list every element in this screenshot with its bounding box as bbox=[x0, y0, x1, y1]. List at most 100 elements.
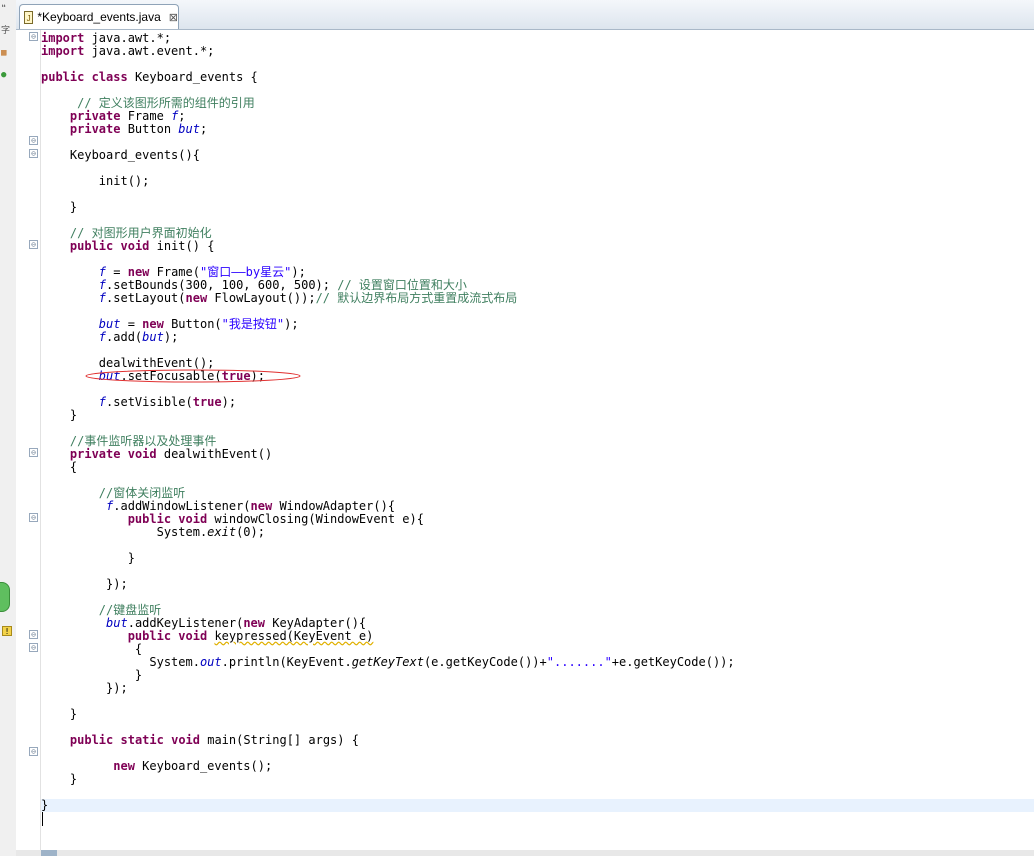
code-line[interactable]: } bbox=[41, 799, 1034, 826]
fold-marker-icon[interactable]: ⊖ bbox=[29, 643, 38, 652]
fold-marker-icon[interactable]: ⊖ bbox=[29, 32, 38, 41]
code-line[interactable]: public static void main(String[] args) { bbox=[41, 734, 359, 747]
code-token: Button( bbox=[163, 317, 222, 331]
code-token: .add( bbox=[106, 330, 143, 344]
code-token: f bbox=[98, 265, 107, 279]
code-token: java.awt.*; bbox=[84, 31, 172, 45]
code-token: .println(KeyEvent. bbox=[221, 655, 352, 669]
code-token: void bbox=[178, 629, 208, 643]
code-line[interactable]: System.exit(0); bbox=[41, 526, 265, 539]
editor-tab-keyboard-events[interactable]: J *Keyboard_events.java ⊠ bbox=[19, 4, 179, 29]
toolbar-glyph-2[interactable]: 字 bbox=[1, 26, 10, 36]
code-line[interactable]: } bbox=[41, 201, 77, 214]
code-token: ; bbox=[178, 109, 186, 123]
code-token: class bbox=[91, 70, 128, 84]
code-token: "我是按钮" bbox=[221, 317, 285, 331]
code-line[interactable]: f.setLayout(new FlowLayout());// 默认边界布局方… bbox=[41, 292, 517, 305]
code-token: ; bbox=[199, 122, 208, 136]
code-token: //键盘监听 bbox=[98, 603, 162, 617]
fold-marker-icon[interactable]: ⊖ bbox=[29, 513, 38, 522]
toolbar-glyph-4[interactable]: ● bbox=[1, 70, 6, 80]
code-token: .addKeyListener( bbox=[127, 616, 244, 630]
warning-icon[interactable]: ! bbox=[2, 626, 12, 636]
fold-marker-icon[interactable]: ⊖ bbox=[29, 136, 38, 145]
code-token: new bbox=[142, 317, 164, 331]
toolbar-glyph-3[interactable]: ▦ bbox=[1, 48, 6, 58]
code-token: { bbox=[41, 460, 78, 474]
code-token: "窗口——by星云" bbox=[199, 265, 292, 279]
code-line[interactable]: f.add(but); bbox=[41, 330, 179, 344]
code-line[interactable]: public void init() { bbox=[41, 239, 215, 253]
horizontal-scrollbar[interactable] bbox=[16, 850, 1034, 856]
code-token: } bbox=[41, 772, 78, 786]
code-token: Keyboard_events(); bbox=[134, 759, 273, 773]
scrollbar-thumb[interactable] bbox=[41, 850, 57, 856]
code-line[interactable]: }); bbox=[41, 578, 128, 591]
code-line[interactable]: }); bbox=[41, 682, 128, 695]
editor-tab-bar: J *Keyboard_events.java ⊠ bbox=[16, 0, 1034, 30]
code-token: private bbox=[69, 122, 121, 136]
code-editor[interactable]: import java.awt.*; import java.awt.event.… bbox=[41, 30, 1034, 850]
code-token: "......." bbox=[546, 655, 612, 669]
code-token: new bbox=[113, 759, 135, 773]
code-token: // 设置窗口位置和大小 bbox=[337, 278, 467, 292]
code-line[interactable]: } bbox=[41, 552, 135, 565]
code-token: exit bbox=[207, 525, 237, 539]
code-token: System. bbox=[41, 525, 208, 539]
code-token: (0); bbox=[236, 525, 265, 539]
fold-marker-icon[interactable]: ⊖ bbox=[29, 448, 38, 457]
code-token: //窗体关闭监听 bbox=[98, 486, 186, 500]
code-line[interactable]: public class Keyboard_events { bbox=[41, 71, 258, 84]
code-token: } bbox=[41, 408, 78, 422]
code-line[interactable]: import java.awt.event.*; bbox=[41, 45, 214, 58]
code-token: .setBounds(300, 100, 600, 500); bbox=[106, 278, 338, 292]
code-token: WindowAdapter(){ bbox=[272, 499, 396, 513]
fold-marker-icon[interactable]: ⊖ bbox=[29, 149, 38, 158]
code-token: public bbox=[69, 733, 114, 747]
editor-gutter: ⊖ ⊖ ⊖ ⊖ ⊖ ⊖ ⊖ ⊖ ⊖ bbox=[16, 30, 41, 850]
code-token: new bbox=[243, 616, 265, 630]
code-token: // 定义该图形所需的组件的引用 bbox=[77, 96, 255, 110]
code-token: out bbox=[199, 655, 222, 669]
code-token: .setVisible( bbox=[106, 395, 193, 409]
code-token: new bbox=[185, 291, 208, 305]
code-line[interactable]: System.out.println(KeyEvent.getKeyText(e… bbox=[41, 655, 734, 669]
code-line[interactable]: } bbox=[41, 773, 77, 786]
fold-marker-icon[interactable]: ⊖ bbox=[29, 240, 38, 249]
code-line[interactable]: init(); bbox=[41, 174, 150, 188]
code-line[interactable]: { bbox=[41, 461, 77, 474]
code-line[interactable]: Keyboard_events(){ bbox=[41, 149, 200, 162]
code-token: true bbox=[192, 395, 222, 409]
code-line[interactable]: } bbox=[41, 409, 77, 422]
code-token: dealwithEvent(); bbox=[41, 356, 215, 370]
code-token: init(); bbox=[41, 174, 150, 188]
code-token: }); bbox=[41, 577, 128, 591]
code-line[interactable]: private Button but; bbox=[41, 123, 207, 136]
fold-marker-icon[interactable]: ⊖ bbox=[29, 630, 38, 639]
code-token: void bbox=[171, 733, 200, 747]
code-token: but bbox=[98, 317, 121, 331]
code-line[interactable]: } bbox=[41, 708, 77, 721]
code-token: } bbox=[41, 200, 78, 214]
code-token: ); bbox=[291, 265, 306, 279]
code-token: dealwithEvent() bbox=[156, 447, 273, 461]
code-token: = bbox=[120, 317, 143, 331]
code-token: }); bbox=[41, 681, 128, 695]
toolbar-glyph-1[interactable]: ❝ bbox=[1, 4, 6, 14]
code-token: keypressed(KeyEvent e) bbox=[214, 629, 374, 643]
code-token: f bbox=[98, 395, 107, 409]
code-token: public bbox=[41, 70, 85, 84]
close-icon[interactable]: ⊠ bbox=[169, 11, 178, 24]
code-token: //事件监听器以及处理事件 bbox=[69, 434, 217, 448]
fold-marker-icon[interactable]: ⊖ bbox=[29, 747, 38, 756]
